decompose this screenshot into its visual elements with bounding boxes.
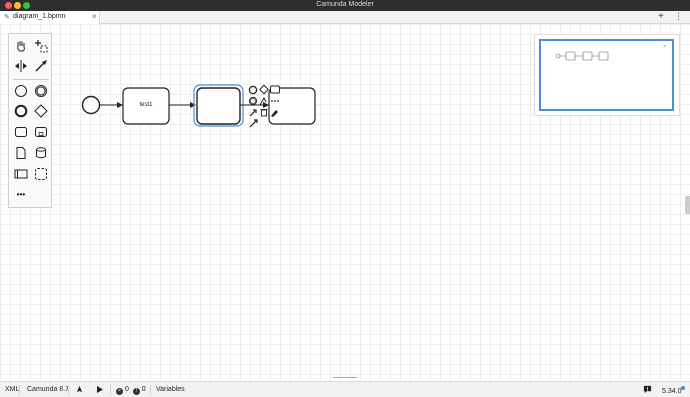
variables-button[interactable]: Variables: [156, 386, 185, 393]
xml-format-label[interactable]: XML: [5, 386, 19, 393]
engine-version-selector[interactable]: Camunda 8.7: [27, 386, 69, 393]
task-icon[interactable]: [12, 123, 30, 141]
space-tool-icon[interactable]: [12, 57, 30, 75]
subprocess-icon[interactable]: [32, 123, 50, 141]
more-options-icon[interactable]: [271, 100, 273, 102]
group-icon[interactable]: [32, 165, 50, 183]
palette-separator: [13, 79, 49, 80]
delete-icon[interactable]: [261, 109, 267, 117]
start-instance-icon[interactable]: [96, 385, 104, 396]
append-end-event-icon[interactable]: [248, 85, 258, 95]
error-icon: ×: [116, 388, 123, 395]
start-event[interactable]: [81, 95, 101, 115]
minimap-viewport[interactable]: ×: [539, 39, 674, 111]
problems-indicator[interactable]: × 0 ! 0: [116, 386, 146, 395]
text-annotation-icon[interactable]: [259, 96, 267, 106]
global-connect-tool-icon[interactable]: [32, 57, 50, 75]
data-store-icon[interactable]: [32, 144, 50, 162]
warning-count: 0: [141, 386, 146, 393]
status-bar: XML Camunda 8.7 × 0 ! 0 Variables 5.34.0: [0, 381, 690, 397]
minimap-close-icon[interactable]: ×: [663, 44, 666, 50]
minimap-diagram: [555, 51, 609, 61]
error-count: 0: [124, 386, 129, 393]
gateway-icon[interactable]: [32, 102, 50, 120]
feedback-icon[interactable]: [643, 385, 652, 396]
end-event-icon[interactable]: [12, 102, 30, 120]
connect-icon[interactable]: [249, 119, 258, 128]
data-object-icon[interactable]: [12, 144, 30, 162]
version-badge[interactable]: 5.34.0: [662, 386, 686, 395]
pool-icon[interactable]: [12, 165, 30, 183]
version-label: 5.34.0: [662, 388, 682, 395]
more-elements-button[interactable]: •••: [12, 185, 30, 203]
warning-icon: !: [132, 388, 140, 395]
task-label: test1: [139, 102, 153, 108]
separator: [110, 385, 111, 395]
lasso-tool-icon[interactable]: [32, 37, 50, 55]
minimap[interactable]: ×: [534, 34, 680, 116]
separator: [150, 385, 151, 395]
update-dot-icon: [681, 386, 686, 390]
tool-palette: •••: [8, 33, 52, 208]
start-event-icon[interactable]: [12, 82, 30, 100]
bottom-panel-handle[interactable]: [333, 377, 357, 380]
separator: [68, 385, 69, 395]
deploy-icon[interactable]: [75, 385, 84, 396]
hand-tool-icon[interactable]: [12, 37, 30, 55]
separator: [19, 385, 20, 395]
append-gateway-icon[interactable]: [259, 84, 269, 95]
change-type-icon[interactable]: [249, 109, 257, 117]
task-selected[interactable]: [196, 87, 241, 125]
append-task-icon[interactable]: [270, 85, 280, 94]
properties-panel-toggle[interactable]: [685, 196, 690, 214]
intermediate-event-icon[interactable]: [32, 82, 50, 100]
